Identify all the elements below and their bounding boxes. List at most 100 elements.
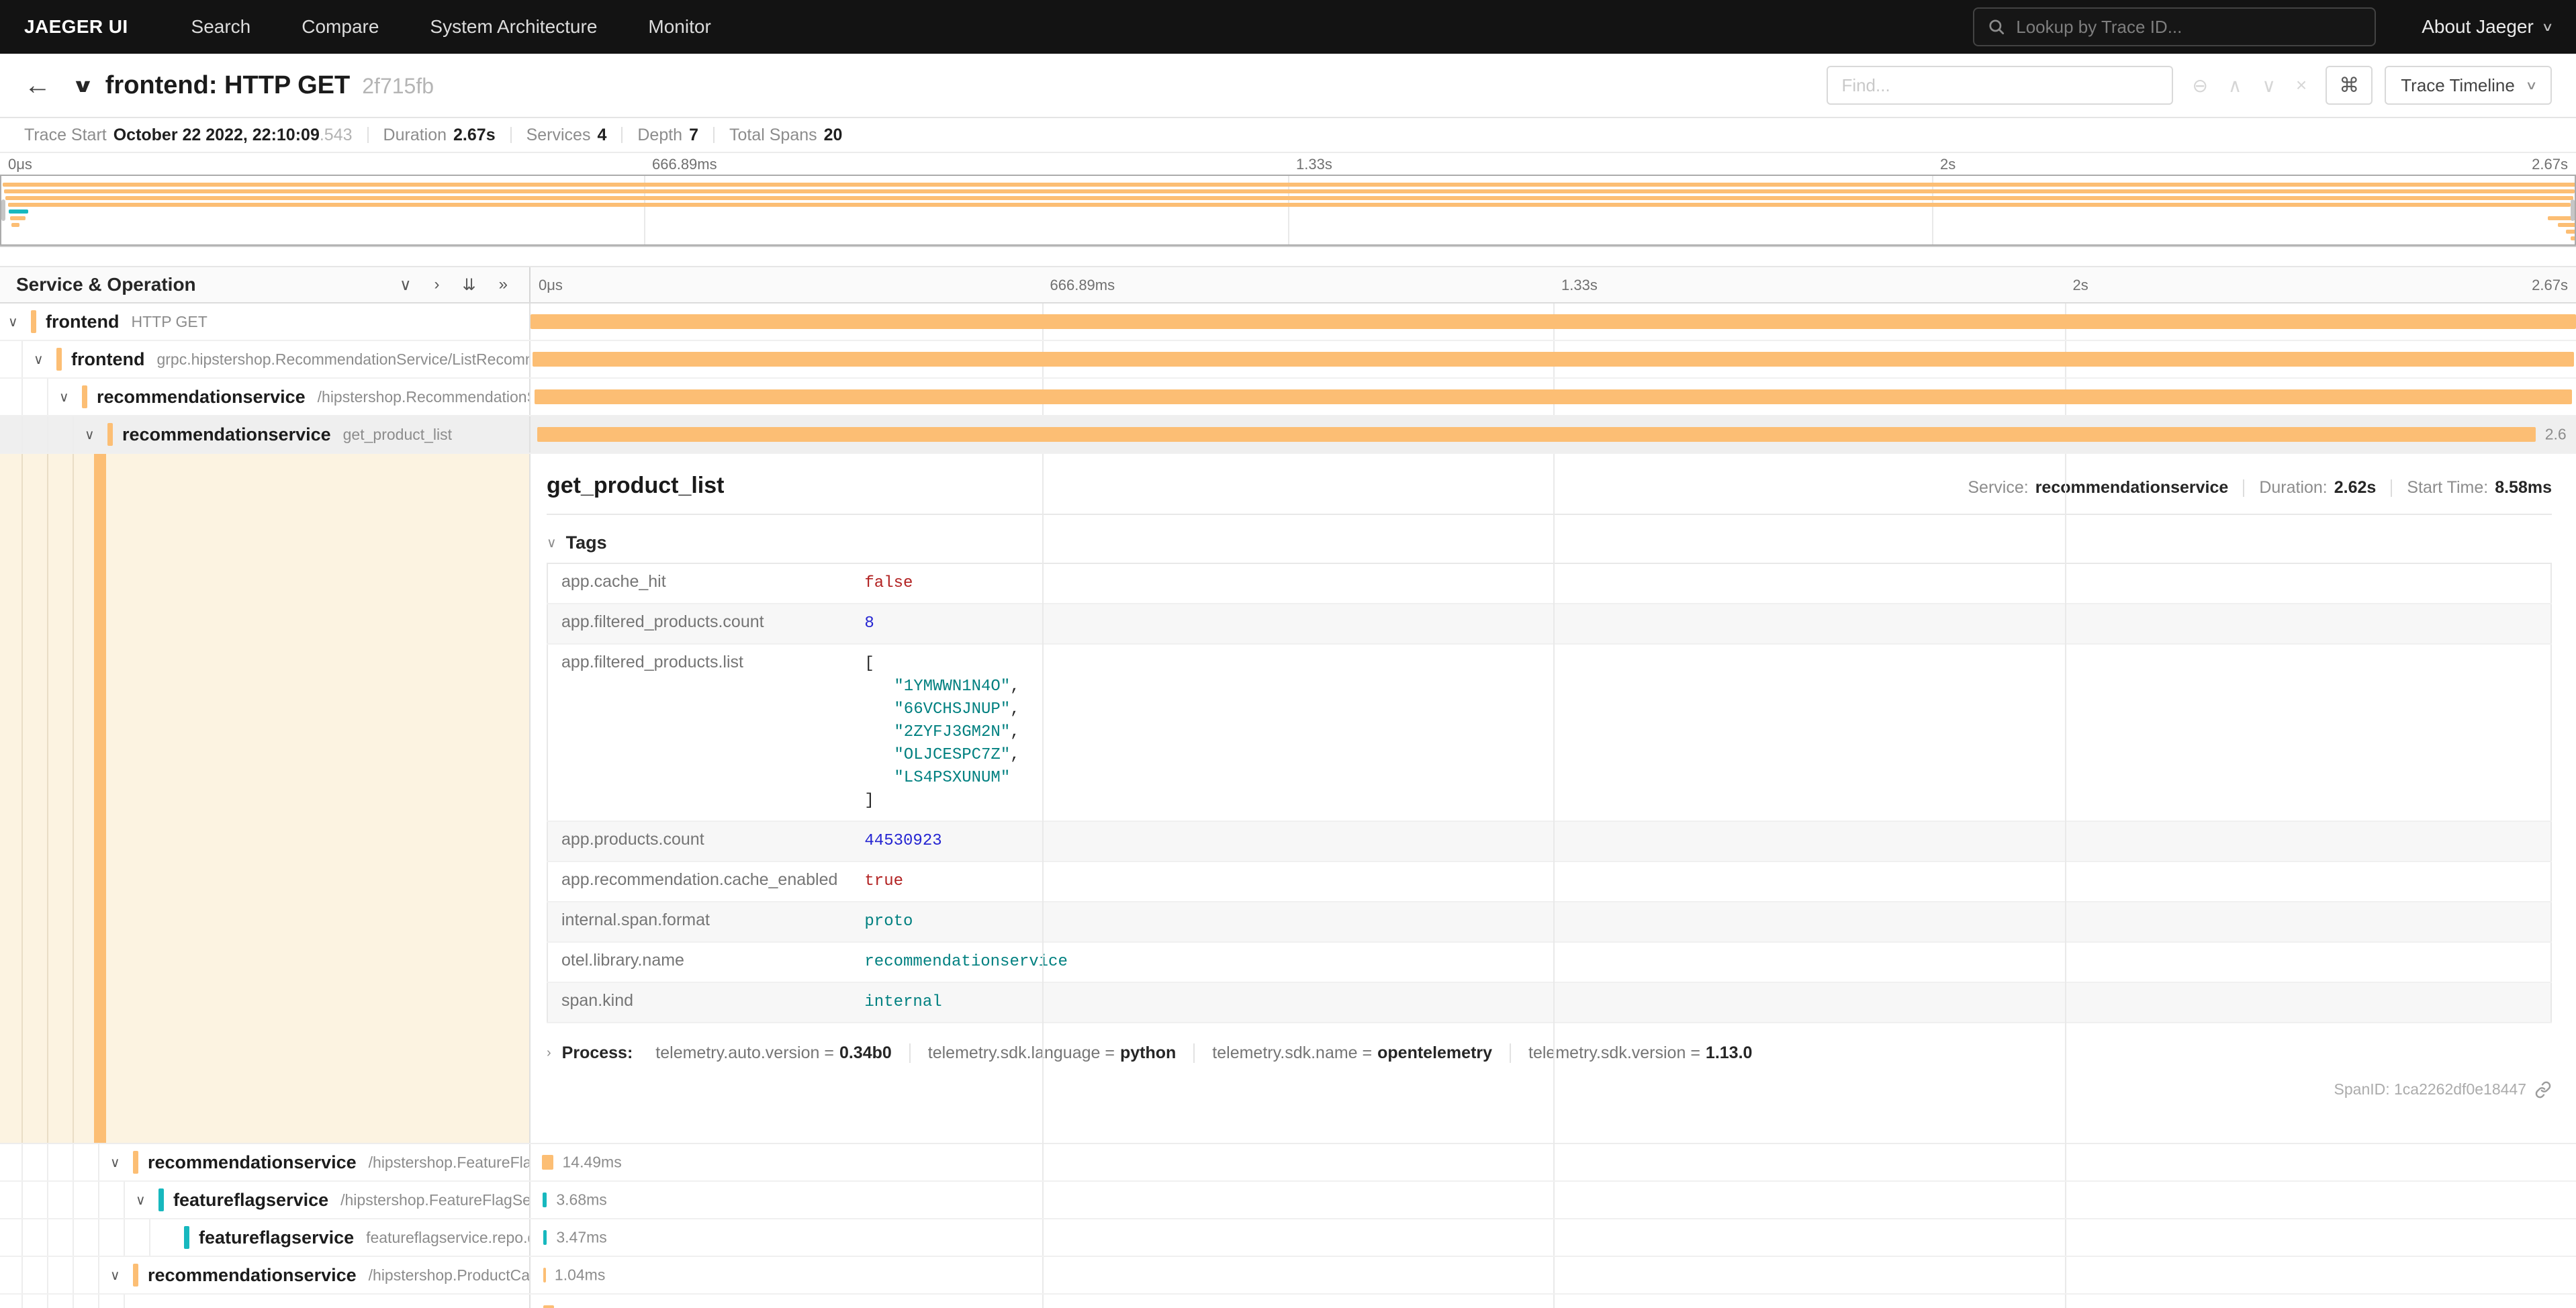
trace-view-selector[interactable]: Trace Timeline ∨	[2385, 66, 2552, 105]
span-rows-viewport: ∨frontendHTTP GET∨frontendgrpc.hipstersh…	[0, 303, 2576, 1308]
service-operation-header: Service & Operation	[16, 274, 400, 295]
span-name-cell[interactable]: ∨frontendgrpc.hipstershop.Recommendation…	[0, 341, 531, 377]
trace-header-collapse-icon[interactable]: ∨	[71, 75, 94, 97]
span-operation-name: /hipstershop.FeatureFlagService/Ge…	[340, 1191, 531, 1209]
summary-separator	[367, 127, 369, 143]
summary-value-suffix: .543	[320, 126, 353, 145]
span-row[interactable]: ∨frontendHTTP GET	[0, 303, 2576, 341]
span-row[interactable]: ∨recommendationservice/hipstershop.Recom…	[0, 379, 2576, 416]
summary-separator	[621, 127, 623, 143]
span-duration-bar[interactable]	[543, 1230, 547, 1245]
app-logo[interactable]: JAEGER UI	[24, 16, 128, 38]
collapse-all-icon[interactable]: ⇊	[463, 275, 476, 295]
chevron-down-icon[interactable]: ∨	[8, 314, 31, 330]
span-duration-label: 3.68ms	[556, 1191, 606, 1209]
nav-item-monitor[interactable]: Monitor	[623, 0, 736, 54]
expand-collapse-controls: ∨ › ⇊ »	[400, 275, 508, 295]
span-duration-bar[interactable]	[543, 1305, 553, 1308]
span-timeline-cell[interactable]: 3.47ms	[531, 1219, 2576, 1256]
span-row[interactable]	[0, 1295, 2576, 1308]
span-duration-bar[interactable]	[543, 1193, 547, 1207]
span-service-name: featureflagservice	[173, 1190, 328, 1211]
expand-all-icon[interactable]: »	[499, 275, 508, 295]
span-duration-bar[interactable]	[531, 314, 2576, 329]
trace-lookup-box[interactable]	[1973, 7, 2376, 46]
span-row[interactable]: ∨ featureflagservice/hipstershop.FeatureF…	[0, 1182, 2576, 1219]
prev-result-icon[interactable]: ∧	[2228, 75, 2242, 97]
span-timeline-cell[interactable]	[531, 379, 2576, 415]
span-name: ∨recommendationservice/hipstershop.Recom…	[0, 379, 529, 415]
span-name-cell[interactable]: ∨ featureflagservice/hipstershop.FeatureF…	[0, 1182, 531, 1218]
clear-search-icon[interactable]: ×	[2296, 75, 2307, 96]
timeline-minimap[interactable]	[0, 175, 2576, 247]
span-timeline-cell[interactable]: 14.49ms	[531, 1144, 2576, 1180]
chevron-down-icon[interactable]: ∨	[34, 351, 56, 368]
service-color-strip	[56, 348, 62, 371]
nav-item-compare[interactable]: Compare	[276, 0, 404, 54]
span-name	[0, 1295, 529, 1308]
span-duration-bar[interactable]	[533, 352, 2574, 367]
span-name-cell[interactable]: featureflagservicefeatureflagservice.rep…	[0, 1219, 531, 1256]
expand-one-icon[interactable]: ›	[434, 275, 440, 295]
nav-item-system-architecture[interactable]: System Architecture	[404, 0, 623, 54]
summary-item: Trace StartOctober 22 2022, 22:10:09.543	[24, 126, 353, 145]
zoom-out-icon[interactable]: ⊖	[2192, 75, 2207, 97]
about-jaeger-menu[interactable]: About Jaeger ∨	[2422, 16, 2552, 38]
nav-menu: SearchCompareSystem ArchitectureMonitor	[166, 0, 737, 54]
summary-separator	[510, 127, 512, 143]
span-timeline-cell[interactable]	[531, 303, 2576, 340]
span-duration-bar[interactable]	[543, 1268, 546, 1282]
timeline-tick-label: 2.67s	[2532, 277, 2568, 294]
timeline-tick-label: 2s	[1940, 156, 1956, 173]
span-row[interactable]: ∨recommendationservice/hipstershop.Featu…	[0, 1144, 2576, 1182]
span-name-cell[interactable]: ∨frontendHTTP GET	[0, 303, 531, 340]
span-row[interactable]: ∨recommendationserviceget_product_list2.…	[0, 416, 2576, 454]
jaeger-trace-page: JAEGER UI SearchCompareSystem Architectu…	[0, 0, 2576, 1308]
span-timeline-cell[interactable]: 1.04ms	[531, 1257, 2576, 1293]
timeline-header-ticks: 0μs666.89ms1.33s2s2.67s	[531, 267, 2576, 302]
span-service-name: frontend	[46, 312, 119, 332]
span-timeline-cell[interactable]: 2.6	[531, 416, 2576, 453]
span-duration-bar[interactable]	[542, 1155, 553, 1170]
nav-item-search[interactable]: Search	[166, 0, 277, 54]
span-name-cell[interactable]: ∨recommendationservice/hipstershop.Featu…	[0, 1144, 531, 1180]
range-handle-left[interactable]	[1, 199, 5, 221]
span-name-cell[interactable]: ∨recommendationservice/hipstershop.Recom…	[0, 379, 531, 415]
span-name: ∨recommendationserviceget_product_list	[0, 416, 529, 453]
span-rows-bottom: ∨recommendationservice/hipstershop.Featu…	[0, 1144, 2576, 1308]
span-duration-bar[interactable]	[535, 389, 2572, 404]
timeline-header-left: Service & Operation ∨ › ⇊ »	[0, 267, 531, 302]
span-row[interactable]: featureflagservicefeatureflagservice.rep…	[0, 1219, 2576, 1257]
span-timeline-cell[interactable]	[531, 341, 2576, 377]
chevron-down-icon[interactable]: ∨	[59, 389, 82, 406]
minimap-range-selector[interactable]	[0, 175, 2576, 246]
chevron-down-icon[interactable]: ∨	[85, 426, 107, 443]
span-name-cell[interactable]: ∨recommendationservice/hipstershop.Produ…	[0, 1257, 531, 1293]
service-color-strip	[133, 1264, 138, 1287]
span-name: ∨frontendgrpc.hipstershop.Recommendation…	[0, 341, 529, 377]
next-result-icon[interactable]: ∨	[2262, 75, 2276, 97]
selected-span-guide[interactable]	[94, 454, 106, 1143]
chevron-down-icon[interactable]: ∨	[110, 1267, 133, 1284]
chevron-down-icon[interactable]: ∨	[110, 1154, 133, 1171]
summary-item: Depth7	[637, 126, 698, 145]
chevron-down-icon: ∨	[2541, 20, 2553, 34]
span-timeline-cell[interactable]: 3.68ms	[531, 1182, 2576, 1218]
find-input[interactable]	[1827, 66, 2173, 105]
range-handle-right[interactable]	[2571, 199, 2575, 221]
keyboard-shortcuts-button[interactable]: ⌘	[2326, 66, 2373, 105]
span-service-name: recommendationservice	[122, 424, 331, 445]
trace-id: 2f715fb	[362, 74, 434, 99]
span-row[interactable]: ∨frontendgrpc.hipstershop.Recommendation…	[0, 341, 2576, 379]
chevron-down-icon[interactable]: ∨	[136, 1192, 158, 1209]
span-duration-label: 3.47ms	[556, 1229, 606, 1247]
back-button[interactable]: ←	[24, 71, 51, 101]
indent-guide	[73, 454, 74, 1143]
span-name-cell[interactable]	[0, 1295, 531, 1308]
span-timeline-cell[interactable]	[531, 1295, 2576, 1308]
span-duration-bar[interactable]	[537, 427, 2536, 442]
span-name-cell[interactable]: ∨recommendationserviceget_product_list	[0, 416, 531, 453]
span-row[interactable]: ∨recommendationservice/hipstershop.Produ…	[0, 1257, 2576, 1295]
collapse-one-icon[interactable]: ∨	[400, 275, 412, 295]
trace-lookup-input[interactable]	[2016, 17, 2361, 38]
